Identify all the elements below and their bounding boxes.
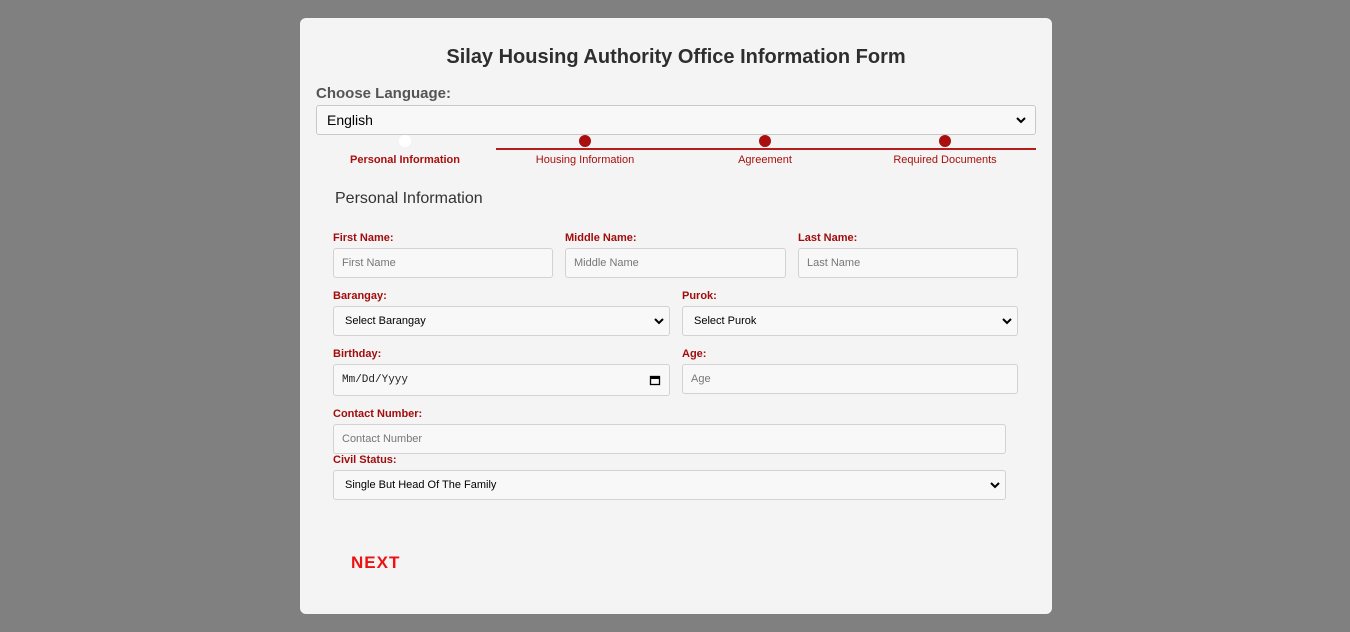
barangay-select[interactable]: Select Barangay <box>333 306 670 336</box>
language-select[interactable]: English <box>316 105 1036 135</box>
birthday-date-input[interactable]: Mm/Dd/Yyyy <box>333 364 670 396</box>
middle-name-label: Middle Name: <box>565 232 637 244</box>
civil-status-selected-value: Single But Head Of The Family <box>345 479 497 491</box>
last-name-field[interactable]: Last Name <box>798 248 1018 278</box>
chevron-down-icon <box>1002 318 1012 325</box>
last-name-label: Last Name: <box>798 232 858 244</box>
birthday-label: Birthday: <box>333 348 382 360</box>
form-title: Silay Housing Authority Office Informati… <box>446 46 906 68</box>
language-label: Choose Language: <box>316 85 452 102</box>
middle-name-field[interactable]: Middle Name <box>565 248 786 278</box>
age-label: Age: <box>682 348 707 360</box>
form-card: Silay Housing Authority Office Informati… <box>300 18 1052 614</box>
contact-number-label: Contact Number: <box>333 408 423 420</box>
contact-number-field[interactable]: Contact Number <box>333 424 1006 454</box>
step-dot-agreement <box>759 135 771 147</box>
chevron-down-icon <box>1016 117 1026 124</box>
language-selected-value: English <box>327 112 373 128</box>
middle-name-placeholder: Middle Name <box>574 257 639 269</box>
age-field[interactable]: Age <box>682 364 1018 394</box>
barangay-selected-value: Select Barangay <box>345 315 426 327</box>
step-dot-personal <box>399 135 411 147</box>
chevron-down-icon <box>654 318 664 325</box>
last-name-placeholder: Last Name <box>807 257 861 269</box>
barangay-label: Barangay: <box>333 290 387 302</box>
first-name-field[interactable]: First Name <box>333 248 553 278</box>
civil-status-label: Civil Status: <box>333 454 397 466</box>
purok-label: Purok: <box>682 290 717 302</box>
next-button[interactable]: NEXT <box>351 553 400 573</box>
first-name-label: First Name: <box>333 232 394 244</box>
step-dot-documents <box>939 135 951 147</box>
first-name-placeholder: First Name <box>342 257 396 269</box>
step-housing-information[interactable]: Housing Information <box>495 154 675 166</box>
civil-status-select[interactable]: Single But Head Of The Family <box>333 470 1006 500</box>
age-placeholder: Age <box>691 373 711 385</box>
chevron-down-icon <box>990 482 1000 489</box>
step-progress-line <box>496 148 1036 150</box>
step-dot-housing <box>579 135 591 147</box>
step-required-documents[interactable]: Required Documents <box>855 154 1035 166</box>
calendar-icon[interactable] <box>649 374 661 386</box>
birthday-placeholder: Mm/Dd/Yyyy <box>342 374 409 386</box>
purok-selected-value: Select Purok <box>694 315 757 327</box>
purok-select[interactable]: Select Purok <box>682 306 1018 336</box>
step-agreement[interactable]: Agreement <box>675 154 855 166</box>
step-personal-information[interactable]: Personal Information <box>315 154 495 166</box>
section-title: Personal Information <box>335 190 483 207</box>
contact-number-placeholder: Contact Number <box>342 433 423 445</box>
